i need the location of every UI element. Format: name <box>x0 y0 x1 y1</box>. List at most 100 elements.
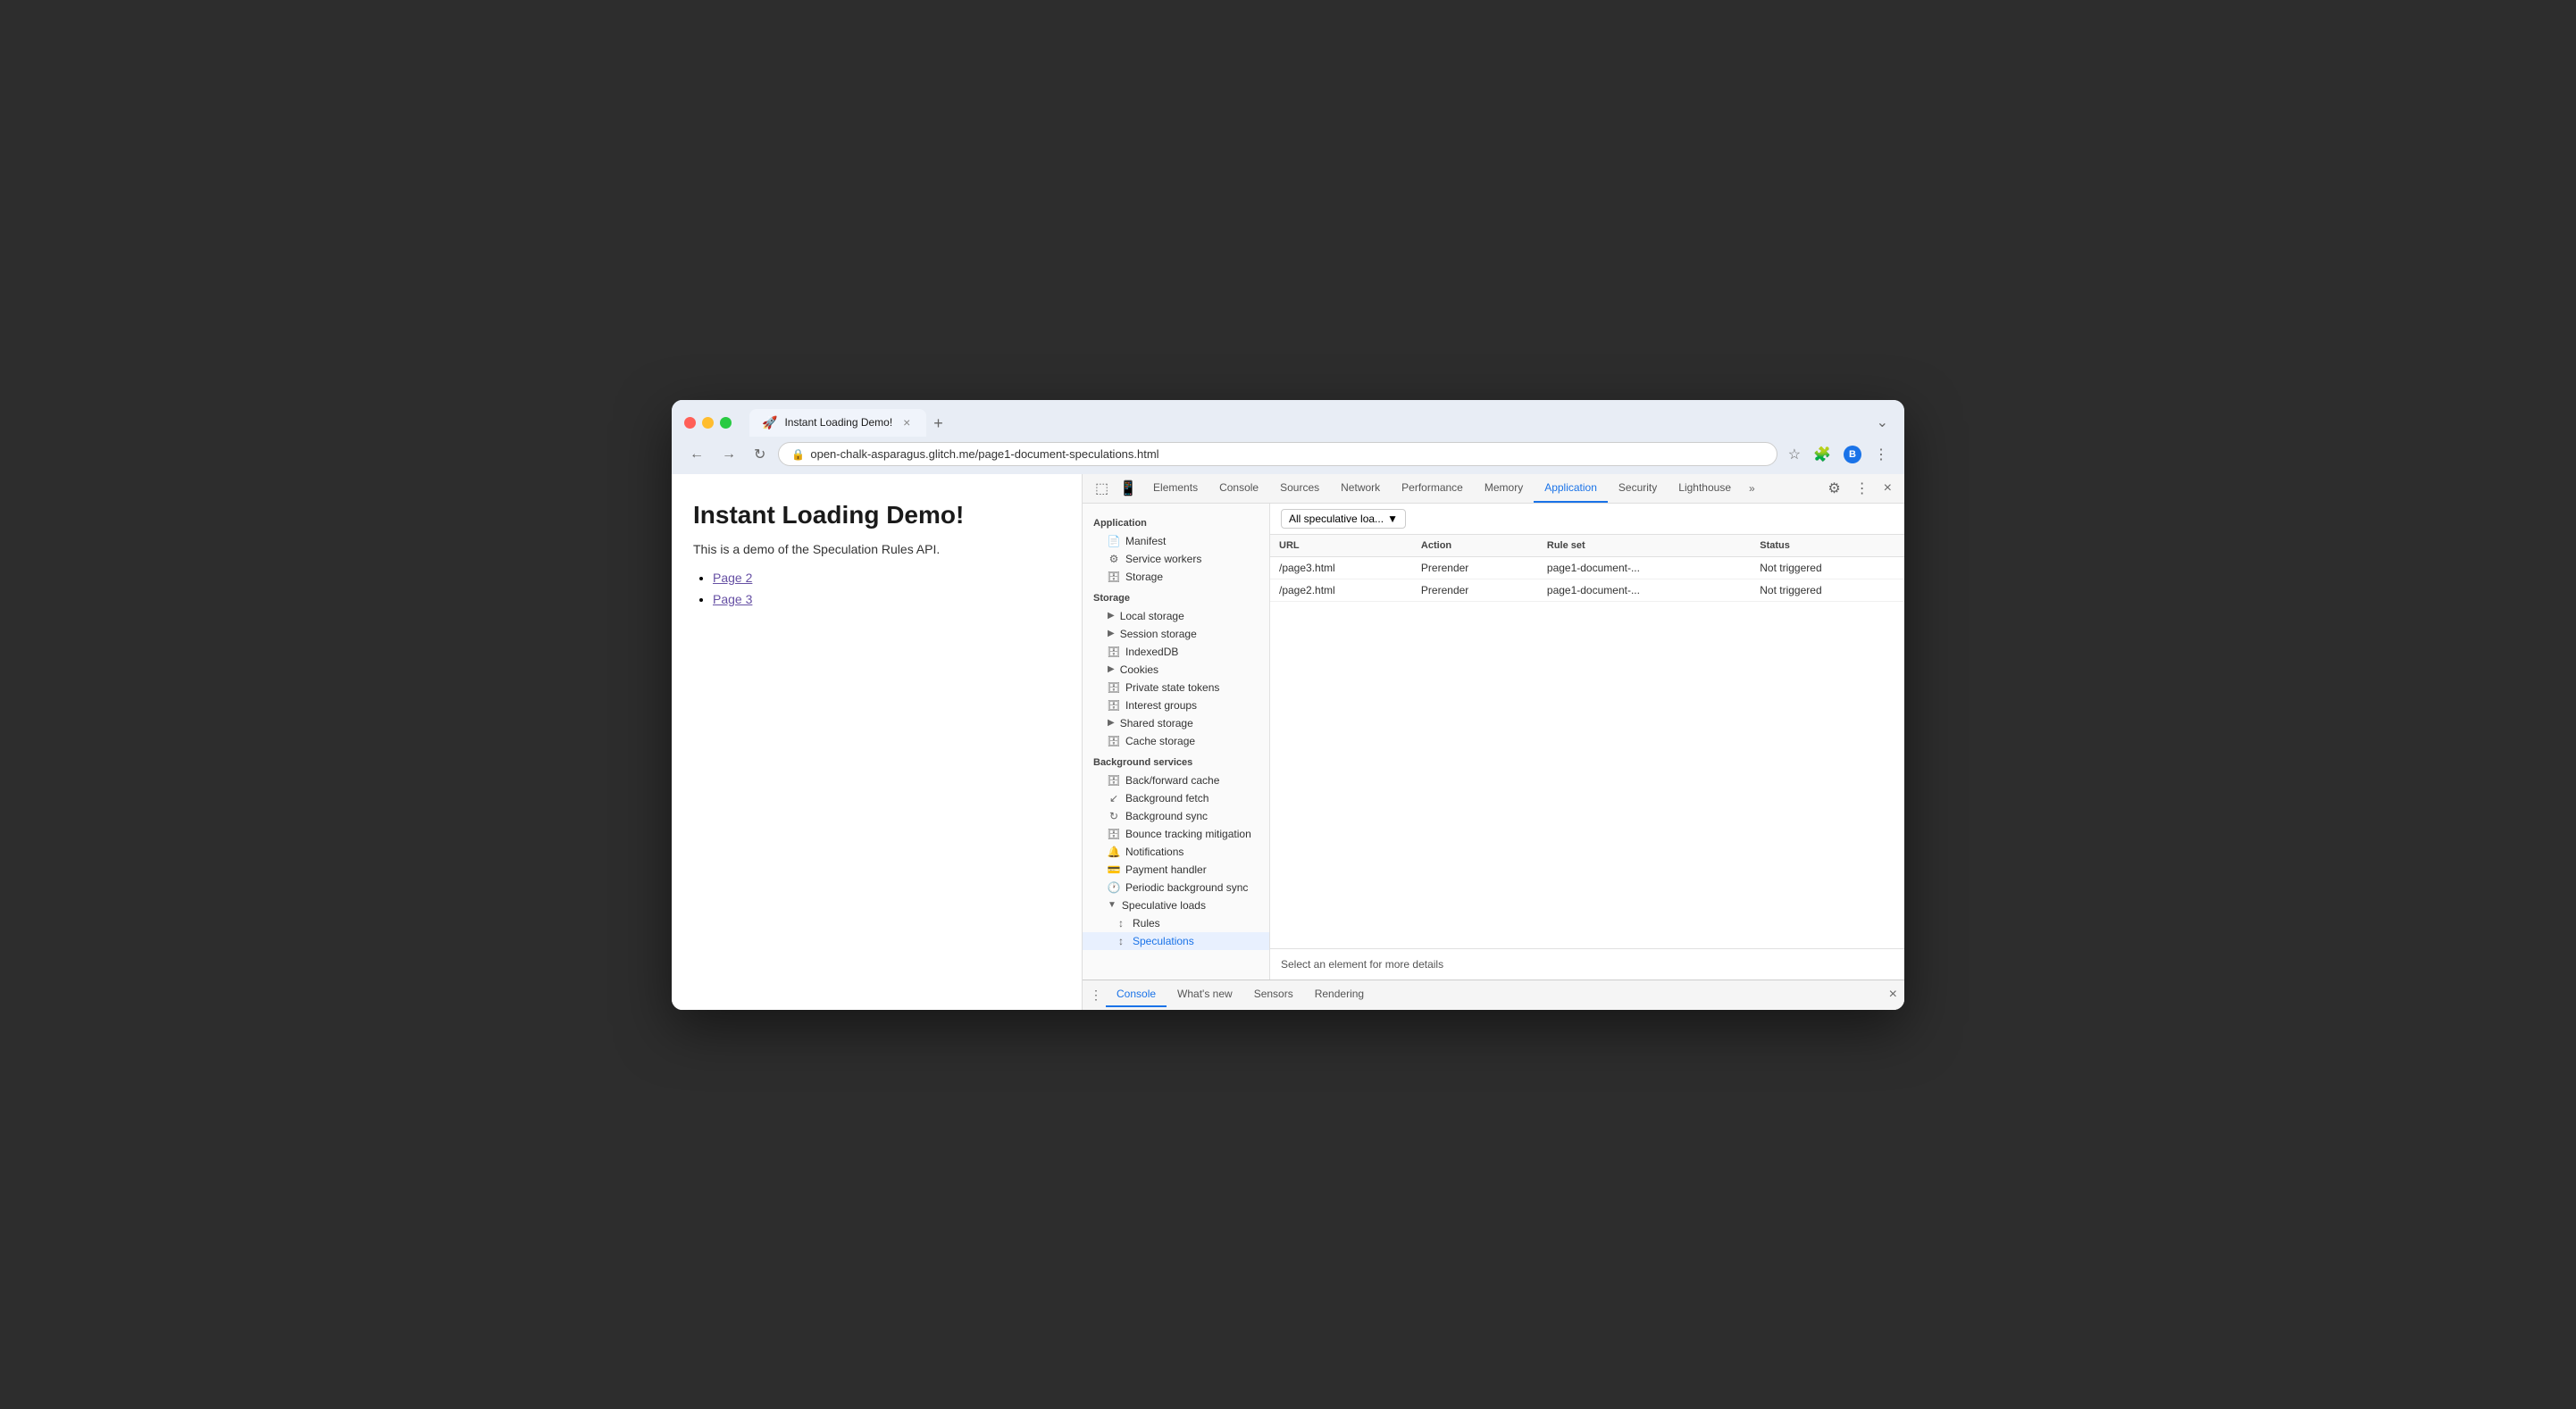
tab-network[interactable]: Network <box>1330 474 1391 503</box>
reload-button[interactable]: ↻ <box>749 442 771 467</box>
drawer-close-button[interactable]: × <box>1889 987 1897 1003</box>
row1-status: Not triggered <box>1751 556 1904 579</box>
back-button[interactable]: ← <box>684 443 709 466</box>
new-tab-button[interactable]: + <box>926 411 950 437</box>
bookmark-button[interactable]: ☆ <box>1785 442 1804 467</box>
sidebar-notifications-label: Notifications <box>1125 846 1183 858</box>
sidebar-item-background-fetch[interactable]: ↙ Background fetch <box>1083 789 1269 807</box>
tab-sources[interactable]: Sources <box>1269 474 1330 503</box>
devtools-settings-button[interactable]: ⚙ <box>1822 476 1845 501</box>
sidebar-item-service-workers[interactable]: ⚙ Service workers <box>1083 550 1269 568</box>
sidebar-item-rules[interactable]: ↕ Rules <box>1083 914 1269 932</box>
background-fetch-icon: ↙ <box>1108 792 1120 805</box>
drawer-menu-button[interactable]: ⋮ <box>1090 988 1102 1003</box>
tab-bar: 🚀 Instant Loading Demo! × + <box>749 409 1864 437</box>
bounce-tracking-icon: 🗄 <box>1108 828 1120 840</box>
table-row[interactable]: /page2.html Prerender page1-document-...… <box>1270 579 1904 601</box>
devtools-tab-bar: ⬚ 📱 Elements Console Sources Network Per… <box>1083 474 1904 504</box>
table-row[interactable]: /page3.html Prerender page1-document-...… <box>1270 556 1904 579</box>
row1-ruleset: page1-document-... <box>1538 556 1751 579</box>
row2-action: Prerender <box>1412 579 1538 601</box>
sidebar-item-payment-handler[interactable]: 💳 Payment handler <box>1083 861 1269 879</box>
forward-button[interactable]: → <box>716 443 741 466</box>
interest-groups-icon: 🗄 <box>1108 699 1120 712</box>
sidebar-item-periodic-bg-sync[interactable]: 🕐 Periodic background sync <box>1083 879 1269 896</box>
page2-link[interactable]: Page 2 <box>713 571 752 585</box>
devtools-more-button[interactable]: ⋮ <box>1850 476 1875 501</box>
rules-icon: ↕ <box>1115 917 1127 930</box>
panel-toolbar: All speculative loa... ▼ <box>1270 504 1904 535</box>
inspect-element-button[interactable]: ⬚ <box>1090 476 1114 501</box>
drawer-tab-sensors[interactable]: Sensors <box>1243 982 1304 1007</box>
sidebar-item-storage[interactable]: 🗄 Storage <box>1083 568 1269 586</box>
sidebar-periodic-bg-sync-label: Periodic background sync <box>1125 881 1248 894</box>
extensions-button[interactable]: 🧩 <box>1810 442 1835 467</box>
tab-lighthouse[interactable]: Lighthouse <box>1668 474 1742 503</box>
col-ruleset: Rule set <box>1538 535 1751 557</box>
speculative-loads-expand-icon: ▼ <box>1108 900 1117 910</box>
close-window-button[interactable] <box>684 417 696 429</box>
background-sync-icon: ↻ <box>1108 810 1120 822</box>
col-url: URL <box>1270 535 1412 557</box>
tab-elements[interactable]: Elements <box>1142 474 1209 503</box>
browser-tab[interactable]: 🚀 Instant Loading Demo! × <box>749 409 926 437</box>
devtools-main-panel: All speculative loa... ▼ URL Action Rule… <box>1270 504 1904 980</box>
tab-close-button[interactable]: × <box>899 415 914 429</box>
sidebar-item-notifications[interactable]: 🔔 Notifications <box>1083 843 1269 861</box>
device-toggle-button[interactable]: 📱 <box>1114 476 1142 501</box>
sidebar-item-local-storage[interactable]: ▶ Local storage <box>1083 607 1269 625</box>
sidebar-item-bounce-tracking[interactable]: 🗄 Bounce tracking mitigation <box>1083 825 1269 843</box>
filter-arrow-icon: ▼ <box>1387 513 1398 525</box>
sidebar-item-cookies[interactable]: ▶ Cookies <box>1083 661 1269 679</box>
maximize-window-button[interactable] <box>720 417 732 429</box>
url-text: open-chalk-asparagus.glitch.me/page1-doc… <box>810 447 1158 461</box>
sidebar-item-private-state-tokens[interactable]: 🗄 Private state tokens <box>1083 679 1269 696</box>
title-bar: 🚀 Instant Loading Demo! × + ⌄ <box>672 400 1904 437</box>
payment-handler-icon: 💳 <box>1108 863 1120 876</box>
sidebar-speculative-loads-label: Speculative loads <box>1122 899 1206 912</box>
tab-application[interactable]: Application <box>1534 474 1608 503</box>
browser-menu-button[interactable]: ⋮ <box>1870 442 1892 467</box>
periodic-bg-sync-icon: 🕐 <box>1108 881 1120 894</box>
profile-button[interactable]: B <box>1840 442 1865 467</box>
sidebar-cookies-label: Cookies <box>1120 663 1158 676</box>
traffic-lights <box>684 417 732 429</box>
tab-console[interactable]: Console <box>1209 474 1269 503</box>
tab-security[interactable]: Security <box>1608 474 1668 503</box>
devtools-close-button[interactable]: × <box>1878 476 1897 501</box>
tab-title: Instant Loading Demo! <box>784 416 892 429</box>
sidebar-item-speculations[interactable]: ↕ Speculations <box>1083 932 1269 950</box>
sidebar-rules-label: Rules <box>1133 917 1160 930</box>
drawer-tab-whats-new[interactable]: What's new <box>1167 982 1243 1007</box>
sidebar-item-back-forward-cache[interactable]: 🗄 Back/forward cache <box>1083 771 1269 789</box>
sidebar-interest-groups-label: Interest groups <box>1125 699 1197 712</box>
drawer-tab-rendering[interactable]: Rendering <box>1304 982 1375 1007</box>
row1-action: Prerender <box>1412 556 1538 579</box>
url-bar[interactable]: 🔒 open-chalk-asparagus.glitch.me/page1-d… <box>778 442 1777 466</box>
sidebar-item-shared-storage[interactable]: ▶ Shared storage <box>1083 714 1269 732</box>
minimize-window-button[interactable] <box>702 417 714 429</box>
row2-status: Not triggered <box>1751 579 1904 601</box>
filter-label: All speculative loa... <box>1289 513 1384 525</box>
devtools-actions: ⚙ ⋮ × <box>1822 476 1897 501</box>
main-content: Instant Loading Demo! This is a demo of … <box>672 474 1904 1010</box>
avatar: B <box>1844 446 1861 463</box>
sidebar-item-cache-storage[interactable]: 🗄 Cache storage <box>1083 732 1269 750</box>
sidebar-item-interest-groups[interactable]: 🗄 Interest groups <box>1083 696 1269 714</box>
tab-memory[interactable]: Memory <box>1474 474 1534 503</box>
sidebar-item-background-sync[interactable]: ↻ Background sync <box>1083 807 1269 825</box>
shared-storage-expand-icon: ▶ <box>1108 718 1115 728</box>
filter-dropdown[interactable]: All speculative loa... ▼ <box>1281 509 1406 529</box>
sidebar-item-session-storage[interactable]: ▶ Session storage <box>1083 625 1269 643</box>
back-forward-cache-icon: 🗄 <box>1108 774 1120 787</box>
tab-performance[interactable]: Performance <box>1391 474 1474 503</box>
overflow-menu-button[interactable]: ⌄ <box>1873 410 1892 435</box>
page3-link[interactable]: Page 3 <box>713 592 752 606</box>
drawer-tab-console[interactable]: Console <box>1106 982 1167 1007</box>
sidebar-item-indexeddb[interactable]: 🗄 IndexedDB <box>1083 643 1269 661</box>
more-tabs-button[interactable]: » <box>1742 477 1762 500</box>
sidebar-item-manifest[interactable]: 📄 Manifest <box>1083 532 1269 550</box>
table-container: URL Action Rule set Status /page3.html P… <box>1270 535 1904 948</box>
sidebar-item-speculative-loads[interactable]: ▼ Speculative loads <box>1083 896 1269 914</box>
application-section-header: Application <box>1083 511 1269 532</box>
